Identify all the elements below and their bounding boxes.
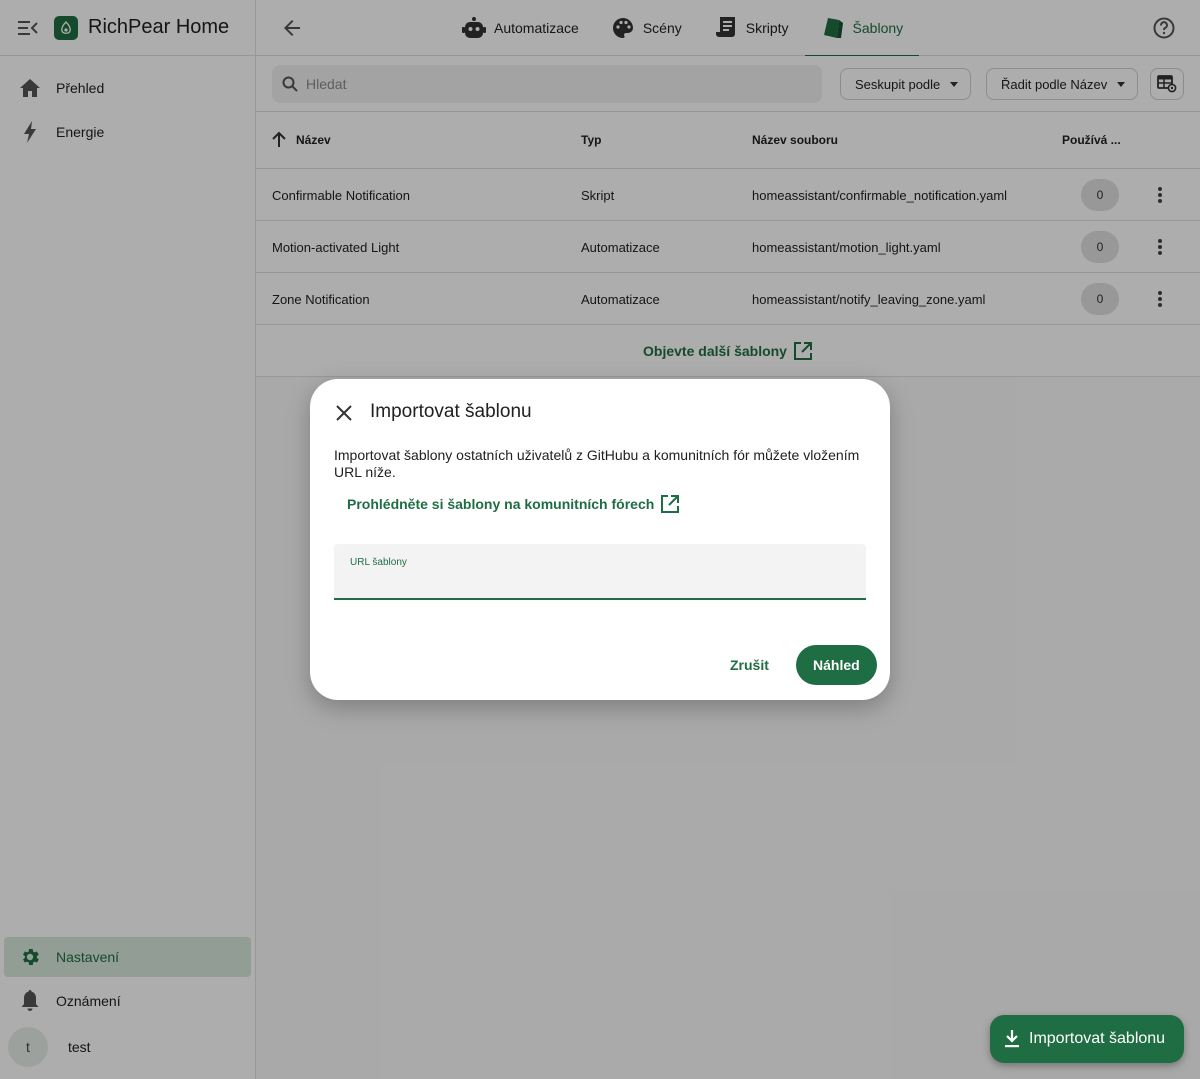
blueprint-url-input[interactable] <box>350 570 850 592</box>
community-forum-link[interactable]: Prohlédněte si šablony na komunitních fó… <box>347 494 680 514</box>
dialog-description: Importovat šablony ostatních uživatelů z… <box>334 447 860 480</box>
dialog-title: Importovat šablonu <box>370 401 532 422</box>
blueprint-url-field: URL šablony <box>334 544 866 600</box>
open-in-new-icon <box>660 494 680 514</box>
download-icon <box>1004 1030 1020 1048</box>
cancel-button[interactable]: Zrušit <box>718 645 781 685</box>
fab-label: Importovat šablonu <box>1029 1030 1166 1047</box>
close-icon[interactable] <box>332 401 356 425</box>
import-blueprint-dialog: Importovat šablonu Importovat šablony os… <box>310 379 890 700</box>
preview-button[interactable]: Náhled <box>796 645 877 685</box>
field-label: URL šablony <box>350 557 407 568</box>
link-label: Prohlédněte si šablony na komunitních fó… <box>347 496 655 512</box>
import-blueprint-fab[interactable]: Importovat šablonu <box>990 1015 1184 1063</box>
